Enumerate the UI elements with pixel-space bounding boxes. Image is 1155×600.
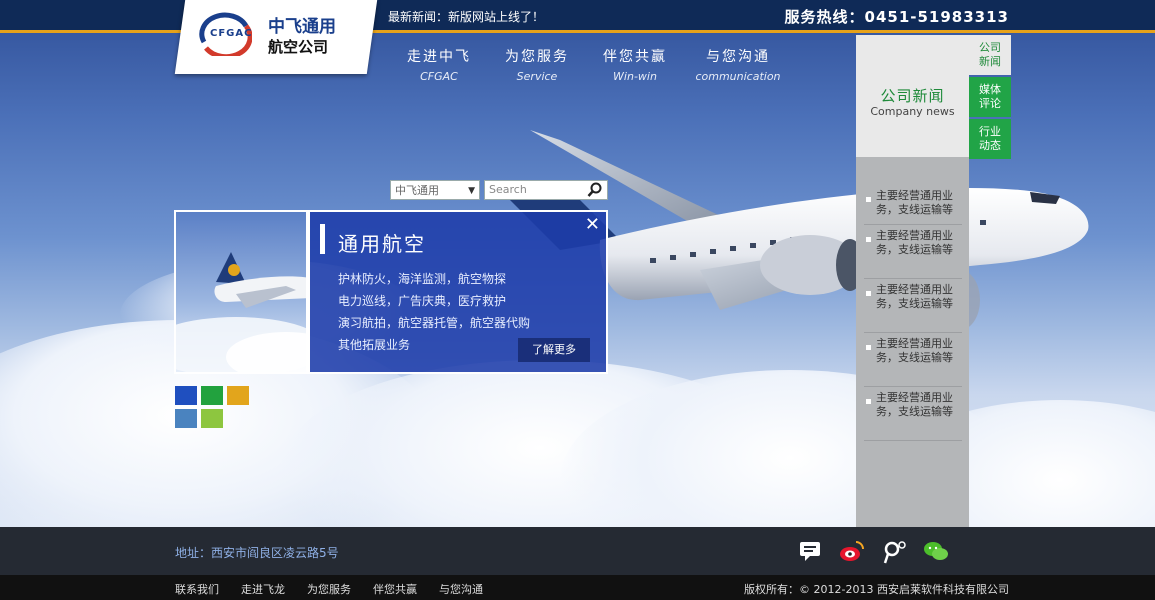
copyright: 版权所有：© 2012-2013 西安启莱软件科技有限公司 [744,583,1009,596]
logo-cn-line2: 航空公司 [268,38,329,56]
tab-label: 公司 [979,41,1001,54]
side-panel-header: 公司新闻 Company news [856,35,969,157]
feature-line: 演习航拍，航空器托管，航空器代购 [338,316,531,330]
nav-item-win-win[interactable]: 伴您共赢 Win-win [586,46,684,83]
news-item-text: 主要经营通用业务，支线运输等 [876,391,953,418]
nav-item-en: Service [516,70,558,83]
address: 地址：西安市阎良区凌云路5号 [175,546,339,560]
news-item-text: 主要经营通用业务，支线运输等 [876,337,953,364]
slide-switcher [175,386,255,430]
feature-title: 通用航空 [338,232,426,256]
news-item-text: 主要经营通用业务，支线运输等 [876,229,953,256]
news-side-panel: 公司新闻 Company news 主要经营通用业务，支线运输等 主要经营通用业… [856,35,969,527]
slide-swatch[interactable] [201,409,223,428]
category-select-value: 中飞通用 [395,184,439,197]
search-placeholder: Search [489,183,527,196]
slide-swatch[interactable] [201,386,223,405]
footer-links: 联系我们 走进飞龙 为您服务 伴您共赢 与您沟通 [175,581,483,597]
bullet-icon [866,237,871,242]
tab-label: 媒体 [979,83,1001,96]
social-links [796,537,950,565]
news-item-text: 主要经营通用业务，支线运输等 [876,283,953,310]
side-panel-title: 公司新闻 [880,87,945,105]
tab-media-review[interactable]: 媒体 评论 [969,77,1011,117]
list-item[interactable]: 主要经营通用业务，支线运输等 [864,387,962,441]
bullet-icon [866,291,871,296]
learn-more-button[interactable]: 了解更多 [518,338,590,362]
bullet-icon [866,399,871,404]
footer-link-bar: 联系我们 走进飞龙 为您服务 伴您共赢 与您沟通 版权所有：© 2012-201… [0,575,1155,600]
feature-thumbnail[interactable] [174,210,308,374]
nav-item-en: Win-win [613,70,657,83]
title-accent-bar [320,224,325,254]
nav-item-en: CFGAC [420,70,458,83]
tab-label: 评论 [979,97,1001,110]
nav-item-cn: 为您服务 [505,49,569,65]
news-tabs: 公司 新闻 媒体 评论 行业 动态 [969,35,1011,161]
top-bar: 最新新闻：新版网站上线了！ 服务热线：0451-51983313 [0,0,1155,33]
slide-swatch[interactable] [227,386,249,405]
thumbnail-plane-image [176,252,306,372]
news-ticker[interactable]: 最新新闻：新版网站上线了！ [388,8,544,25]
footer-link-about[interactable]: 走进飞龙 [241,581,285,597]
page: 最新新闻：新版网站上线了！ 服务热线：0451-51983313 CFGAC 中… [0,0,1155,600]
tab-company-news[interactable]: 公司 新闻 [969,35,1011,75]
tab-industry-news[interactable]: 行业 动态 [969,119,1011,159]
list-item[interactable]: 主要经营通用业务，支线运输等 [864,225,962,279]
close-icon[interactable]: ✕ [585,214,600,235]
footer-link-win-win[interactable]: 伴您共赢 [373,581,417,597]
tencent-weibo-icon[interactable] [880,537,908,565]
logo[interactable]: CFGAC 中飞通用 航空公司 [188,6,368,66]
feature-panel: 通用航空 ✕ 护林防火，海洋监测，航空物探 电力巡线，广告庆典，医疗救护 演习航… [308,210,608,374]
weibo-icon[interactable] [838,537,866,565]
list-item[interactable]: 主要经营通用业务，支线运输等 [864,185,962,225]
nav-item-en: communication [695,70,781,83]
news-item-text: 主要经营通用业务，支线运输等 [876,189,953,216]
tab-label: 动态 [979,139,1001,152]
logo-en-text: CFGAC [210,28,253,39]
footer-link-communication[interactable]: 与您沟通 [439,581,483,597]
nav-item-about[interactable]: 走进中飞 CFGAC [390,46,488,83]
feature-description: 护林防火，海洋监测，航空物探 电力巡线，广告庆典，医疗救护 演习航拍，航空器托管… [338,268,530,356]
message-icon[interactable] [796,537,824,565]
feature-line: 护林防火，海洋监测，航空物探 [338,272,507,286]
feature-popup: 通用航空 ✕ 护林防火，海洋监测，航空物探 电力巡线，广告庆典，医疗救护 演习航… [174,210,608,374]
nav-item-communication[interactable]: 与您沟通 communication [684,46,792,83]
footer-link-contact[interactable]: 联系我们 [175,581,219,597]
news-list: 主要经营通用业务，支线运输等 主要经营通用业务，支线运输等 主要经营通用业务，支… [864,185,962,441]
wechat-icon[interactable] [922,537,950,565]
nav-item-cn: 与您沟通 [706,49,770,65]
main-nav: 走进中飞 CFGAC 为您服务 Service 伴您共赢 Win-win 与您沟… [390,46,792,83]
search-input[interactable]: Search [484,180,608,200]
tab-label: 行业 [979,125,1001,138]
footer-link-service[interactable]: 为您服务 [307,581,351,597]
feature-line: 其他拓展业务 [338,338,411,352]
nav-item-cn: 伴您共赢 [603,49,667,65]
service-hotline: 服务热线：0451-51983313 [784,8,1009,26]
bullet-icon [866,345,871,350]
search-bar: 中飞通用 ▼ Search [390,180,608,200]
nav-item-cn: 走进中飞 [407,49,471,65]
category-select[interactable]: 中飞通用 ▼ [390,180,480,200]
logo-cn-line1: 中飞通用 [268,17,336,37]
bullet-icon [866,197,871,202]
slide-swatch[interactable] [175,409,197,428]
dropdown-arrow-icon: ▼ [468,186,475,196]
side-panel-subtitle: Company news [870,105,955,118]
tab-label: 新闻 [979,55,1001,68]
list-item[interactable]: 主要经营通用业务，支线运输等 [864,279,962,333]
footer-info-bar: 地址：西安市阎良区凌云路5号 [0,527,1155,575]
search-icon[interactable] [587,182,603,198]
feature-line: 电力巡线，广告庆典，医疗救护 [338,294,507,308]
slide-swatch[interactable] [175,386,197,405]
list-item[interactable]: 主要经营通用业务，支线运输等 [864,333,962,387]
nav-item-service[interactable]: 为您服务 Service [488,46,586,83]
